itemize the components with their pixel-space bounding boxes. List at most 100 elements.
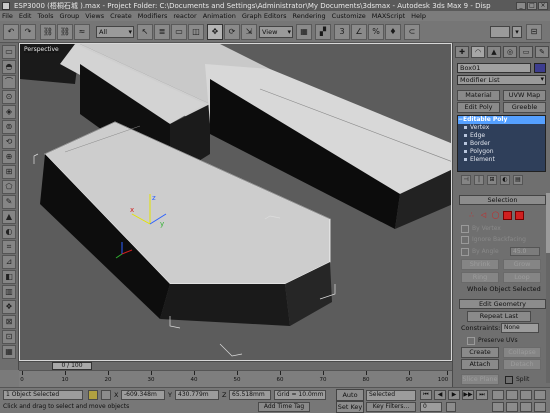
tool-icon-9[interactable]: ⊞ [2,165,16,179]
spinner-snap-icon[interactable]: ♦ [385,24,401,40]
menu-graph-editors[interactable]: Graph Editors [242,12,287,20]
attach-button[interactable]: Attach [461,359,499,370]
slice-plane-button[interactable]: Slice Plane [461,374,499,385]
polygon-level-icon[interactable] [503,211,512,220]
tool-icon-15[interactable]: ⊿ [2,255,16,269]
set-key-button[interactable]: Set Key [336,401,364,413]
tool-icon-2[interactable]: ◓ [2,60,16,74]
utilities-tab[interactable]: ✎ [535,46,549,58]
menu-group[interactable]: Group [60,12,80,20]
fov-icon[interactable] [492,402,504,412]
preserve-uvs-checkbox[interactable]: Preserve UVs [467,336,518,345]
mirror-icon[interactable]: ⊟ [526,24,542,40]
tool-icon-8[interactable]: ⊕ [2,150,16,164]
pivot-center-icon[interactable]: ▦ [296,24,312,40]
tool-icon-3[interactable]: ⌒ [2,75,16,89]
time-slider-track[interactable]: 0 / 100 [19,361,452,370]
tool-icon-10[interactable]: ⬠ [2,180,16,194]
play-icon[interactable]: ▶ [448,390,460,400]
ignore-backfacing-checkbox[interactable]: Ignore Backfacing [461,235,526,244]
stack-element[interactable]: Element [458,156,545,164]
edit-named-selection-icon[interactable]: ⊂ [404,24,420,40]
zoom-extents-icon[interactable] [520,390,532,400]
select-manipulate-icon[interactable]: ▞ [315,24,331,40]
scrollbar-thumb[interactable] [546,193,550,253]
greeble-button[interactable]: Greeble [503,102,546,113]
edit-geometry-rollout-header[interactable]: Edit Geometry [459,299,546,309]
viewport-label[interactable]: Perspective [24,46,59,53]
time-config-icon[interactable] [446,402,456,412]
goto-end-icon[interactable]: ⏭ [476,390,488,400]
bind-space-warp-icon[interactable]: ≈ [74,24,90,40]
uvw-map-button[interactable]: UVW Map [503,90,546,101]
collapse-button[interactable]: Collapse [503,347,541,358]
lock-selection-icon[interactable] [88,390,98,400]
unlink-icon[interactable]: ⛓ [57,24,73,40]
selection-filter-dropdown[interactable]: All [96,26,134,38]
stack-border[interactable]: Border [458,140,545,148]
time-slider-thumb[interactable]: 0 / 100 [52,362,92,370]
tool-icon-18[interactable]: ❖ [2,300,16,314]
border-level-icon[interactable]: ◯ [491,211,500,220]
edit-poly-button[interactable]: Edit Poly [457,102,500,113]
perspective-viewport[interactable]: z x y Perspective [19,43,452,361]
goto-start-icon[interactable]: ⏮ [420,390,432,400]
create-button[interactable]: Create [461,347,499,358]
zoom-icon[interactable] [492,390,504,400]
hierarchy-tab[interactable]: ▲ [487,46,501,58]
zoom-extents-all-icon[interactable] [534,390,546,400]
angle-spinner[interactable]: 45.0 [510,247,540,256]
tool-icon-4[interactable]: ⊙ [2,90,16,104]
z-coord-field[interactable]: 65.518mm [229,390,271,400]
stack-editable-poly[interactable]: Editable Poly [458,116,545,124]
angle-snap-icon[interactable]: ∠ [351,24,367,40]
track-bar[interactable]: 0 10 20 30 40 50 60 70 80 90 100 [19,370,452,387]
tool-icon-16[interactable]: ◧ [2,270,16,284]
tool-icon-5[interactable]: ◈ [2,105,16,119]
select-object-icon[interactable]: ↖ [137,24,153,40]
menu-views[interactable]: Views [85,12,104,20]
tool-icon-6[interactable]: ⊚ [2,120,16,134]
tool-icon-1[interactable]: ▭ [2,45,16,59]
split-checkbox[interactable]: Split [505,375,529,384]
tool-icon-12[interactable]: ▲ [2,210,16,224]
menu-rendering[interactable]: Rendering [292,12,325,20]
stack-vertex[interactable]: Vertex [458,124,545,132]
menu-modifiers[interactable]: Modifiers [138,12,168,20]
object-color-swatch[interactable] [534,63,546,73]
menu-edit[interactable]: Edit [19,12,32,20]
menu-tools[interactable]: Tools [37,12,53,20]
minimize-button[interactable]: _ [516,1,526,10]
stack-polygon[interactable]: Polygon [458,148,545,156]
key-mode-dropdown[interactable]: Selected [366,390,416,401]
menu-file[interactable]: File [2,12,13,20]
element-level-icon[interactable] [515,211,524,220]
pan-icon[interactable] [506,402,518,412]
tool-icon-11[interactable]: ✎ [2,195,16,209]
key-filters-button[interactable]: Key Filters... [366,402,416,412]
tool-icon-17[interactable]: ▥ [2,285,16,299]
command-panel-scrollbar[interactable] [546,193,550,383]
percent-snap-icon[interactable]: % [368,24,384,40]
maximize-viewport-icon[interactable] [534,402,546,412]
create-tab[interactable]: ✚ [455,46,469,58]
pin-stack-icon[interactable]: ⊣ [461,175,471,185]
undo-icon[interactable]: ↶ [3,24,19,40]
link-icon[interactable]: ⛓ [40,24,56,40]
loop-button[interactable]: Loop [503,272,541,283]
constraints-dropdown[interactable]: None [501,323,539,333]
stack-edge[interactable]: Edge [458,132,545,140]
add-time-tag-button[interactable]: Add Time Tag [258,402,310,412]
ring-button[interactable]: Ring [461,272,499,283]
named-selection-dropdown-icon[interactable]: ▾ [512,26,522,38]
redo-icon[interactable]: ↷ [20,24,36,40]
configure-sets-icon[interactable]: ▤ [513,175,523,185]
reference-coordinate-dropdown[interactable]: View [259,26,293,38]
next-frame-icon[interactable]: ▶▶ [462,390,474,400]
display-tab[interactable]: ▭ [519,46,533,58]
menu-customize[interactable]: Customize [332,12,366,20]
edge-level-icon[interactable]: ◁ [479,211,488,220]
select-by-name-icon[interactable]: ≣ [154,24,170,40]
menu-help[interactable]: Help [411,12,426,20]
tool-icon-19[interactable]: ⊠ [2,315,16,329]
